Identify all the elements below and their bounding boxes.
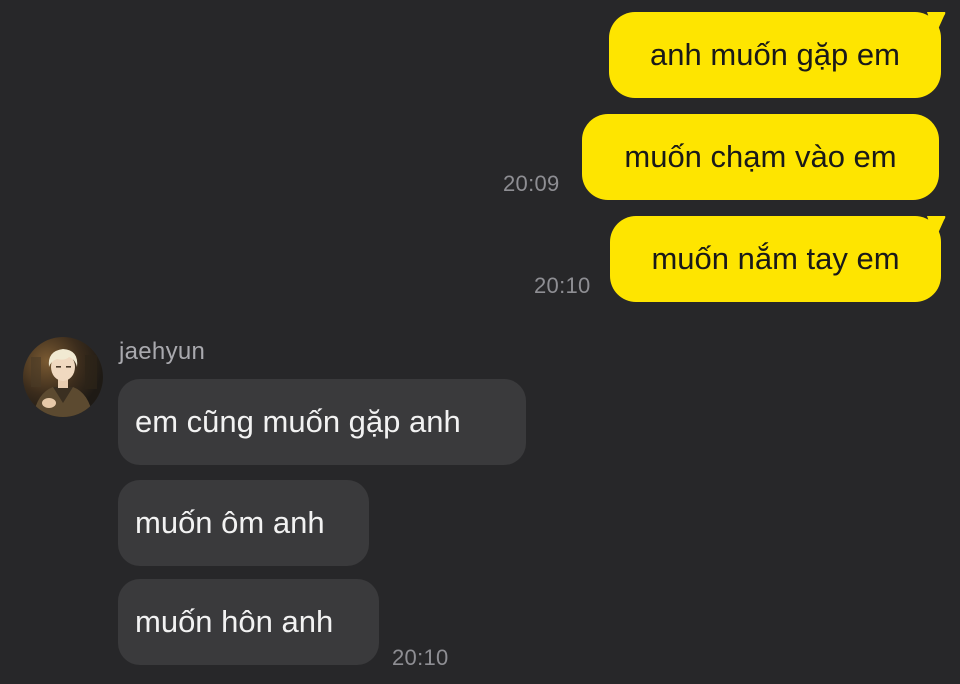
message-timestamp: 20:10 [534,273,591,298]
outgoing-message[interactable]: muốn nắm tay em [610,216,941,302]
outgoing-message[interactable]: muốn chạm vào em [582,114,939,200]
message-text: muốn chạm vào em [624,139,897,174]
message-timestamp: 20:09 [503,171,560,196]
incoming-message[interactable]: em cũng muốn gặp anh [118,379,526,465]
bubble-tail-icon [927,216,946,240]
bubble-tail-icon [927,12,946,36]
message-text: em cũng muốn gặp anh [135,404,461,439]
outgoing-message[interactable]: anh muốn gặp em [609,12,941,98]
incoming-message[interactable]: muốn ôm anh [118,480,369,566]
incoming-message[interactable]: muốn hôn anh [118,579,379,665]
avatar[interactable] [23,337,103,417]
sender-name: jaehyun [119,338,206,365]
message-text: muốn ôm anh [135,505,325,540]
message-timestamp: 20:10 [392,645,449,670]
message-text: muốn nắm tay em [651,241,900,276]
message-text: muốn hôn anh [135,604,334,639]
message-text: anh muốn gặp em [650,37,900,72]
profile-photo-icon [23,337,103,417]
